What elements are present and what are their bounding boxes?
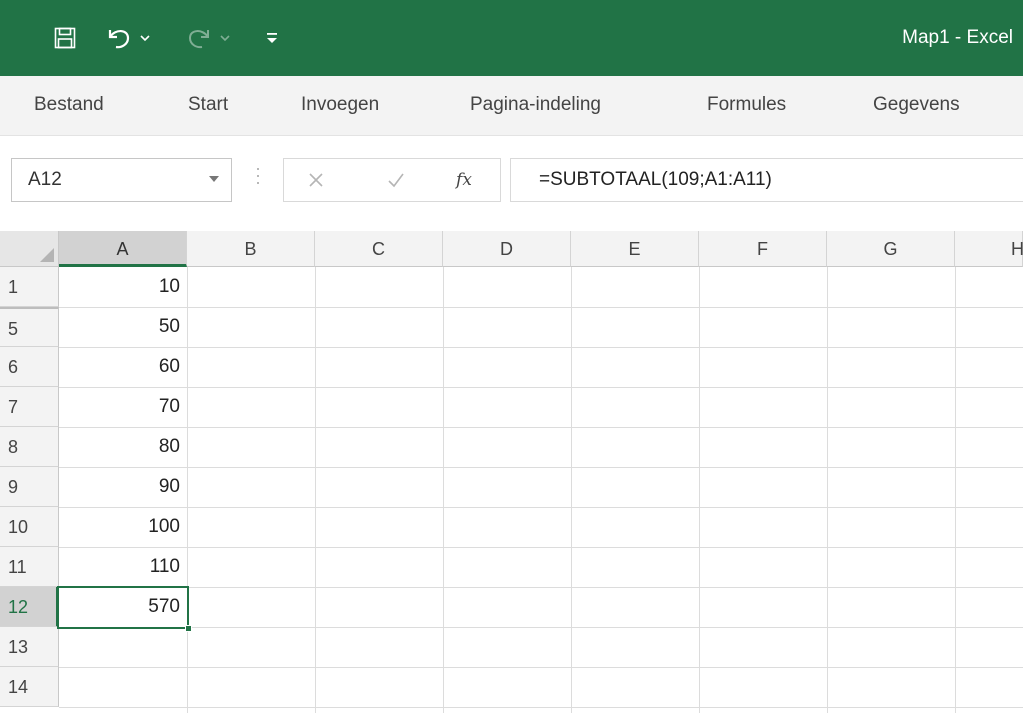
tab-pagina-indeling[interactable]: Pagina-indeling [470, 76, 601, 136]
formula-input[interactable] [511, 159, 1023, 201]
title-bar: Map1 - Excel [0, 0, 1023, 76]
enter-icon[interactable] [378, 159, 414, 201]
cell-a13[interactable] [59, 627, 187, 667]
active-cell-border [57, 586, 192, 632]
redo-icon[interactable] [182, 0, 216, 76]
row-header-11[interactable]: 11 [0, 547, 59, 587]
row-header-13[interactable]: 13 [0, 627, 59, 667]
select-all-button[interactable] [0, 231, 59, 267]
name-box-dropdown-icon[interactable] [209, 176, 219, 182]
tab-start[interactable]: Start [188, 76, 228, 136]
column-header-h[interactable]: H [955, 231, 1023, 267]
tab-gegevens[interactable]: Gegevens [873, 76, 960, 136]
cell-a7[interactable]: 70 [59, 387, 187, 427]
column-header-e[interactable]: E [571, 231, 699, 267]
formula-input-container [510, 158, 1023, 202]
fill-handle[interactable] [185, 625, 192, 632]
window-title: Map1 - Excel [902, 27, 1013, 48]
row-header-1[interactable]: 1 [0, 267, 59, 307]
column-header-d[interactable]: D [443, 231, 571, 267]
cell-a11[interactable]: 110 [59, 547, 187, 587]
cell-a9[interactable]: 90 [59, 467, 187, 507]
undo-dropdown-icon[interactable] [138, 0, 152, 76]
formula-buttons: fx [283, 158, 501, 202]
row-header-5[interactable]: 5 [0, 307, 59, 347]
save-icon[interactable] [48, 0, 82, 76]
cancel-icon[interactable] [298, 159, 334, 201]
column-header-g[interactable]: G [827, 231, 955, 267]
row-header-10[interactable]: 10 [0, 507, 59, 547]
row-header-9[interactable]: 9 [0, 467, 59, 507]
tab-invoegen[interactable]: Invoegen [301, 76, 379, 136]
cell-a14[interactable] [59, 667, 187, 707]
row-header-12[interactable]: 12 [0, 587, 59, 627]
column-header-c[interactable]: C [315, 231, 443, 267]
insert-function-icon[interactable]: fx [444, 159, 484, 201]
row-header-14[interactable]: 14 [0, 667, 59, 707]
cell-a6[interactable]: 60 [59, 347, 187, 387]
row-header-7[interactable]: 7 [0, 387, 59, 427]
formula-bar: A12 fx [0, 136, 1023, 231]
row-header-6[interactable]: 6 [0, 347, 59, 387]
tab-bestand[interactable]: Bestand [34, 76, 104, 136]
column-header-f[interactable]: F [699, 231, 827, 267]
worksheet-grid: A B C D E F G H 1 5 6 7 8 9 10 11 12 13 … [0, 231, 1023, 713]
cell-a5[interactable]: 50 [59, 307, 187, 347]
column-header-a[interactable]: A [59, 231, 187, 267]
ribbon-tabs: Bestand Start Invoegen Pagina-indeling F… [0, 76, 1023, 136]
undo-icon[interactable] [102, 0, 136, 76]
name-box-value: A12 [28, 169, 62, 190]
name-box[interactable]: A12 [11, 158, 232, 202]
cell-a1[interactable]: 10 [59, 267, 187, 307]
row-header-8[interactable]: 8 [0, 427, 59, 467]
redo-dropdown-icon[interactable] [218, 0, 232, 76]
column-header-b[interactable]: B [187, 231, 315, 267]
cell-a10[interactable]: 100 [59, 507, 187, 547]
customize-qat-icon[interactable] [262, 0, 282, 76]
tab-formules[interactable]: Formules [707, 76, 786, 136]
cell-a8[interactable]: 80 [59, 427, 187, 467]
formula-bar-grip[interactable] [256, 168, 260, 192]
